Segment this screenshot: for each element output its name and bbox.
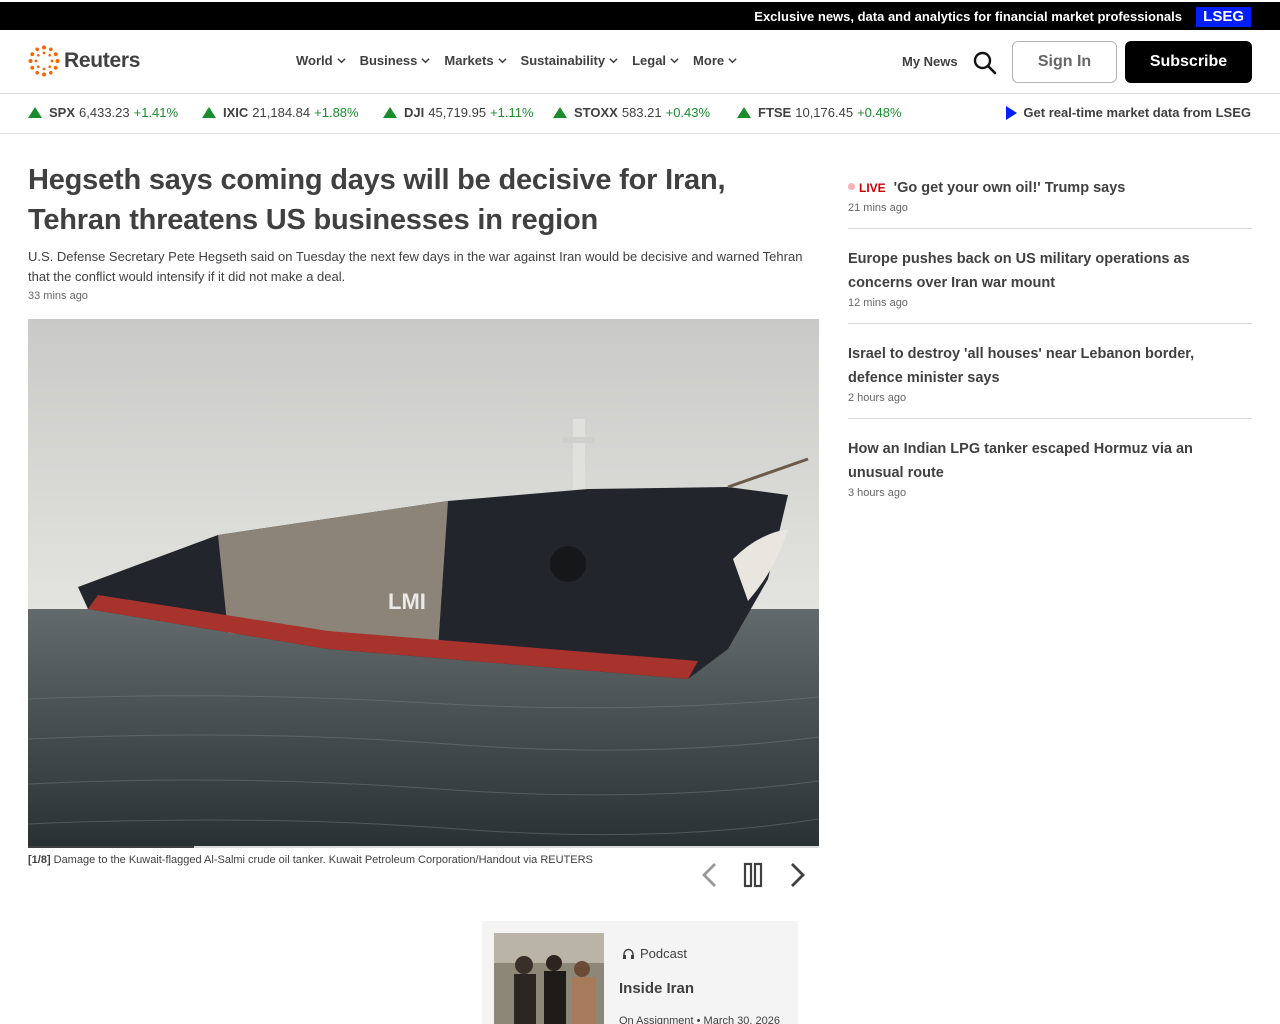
nav-label: Legal (632, 53, 667, 68)
podcast-card[interactable]: Podcast Inside Iran On Assignment • Marc… (482, 921, 798, 1024)
subscribe-button[interactable]: Subscribe (1125, 41, 1252, 83)
ticker-item-dji[interactable]: DJI 45,719.95 +1.11% (383, 105, 534, 120)
story-time: 2 hours ago (848, 392, 907, 404)
ticker-item-spx[interactable]: SPX 6,433.23 +1.41% (28, 105, 178, 120)
gallery-progress-fill (28, 846, 195, 848)
up-arrow-icon (737, 107, 751, 118)
chevron-down-icon (497, 58, 507, 64)
chevron-down-icon (421, 58, 431, 64)
gallery-photo[interactable]: LMI (28, 319, 819, 847)
lseg-badge[interactable]: LSEG (1196, 7, 1251, 27)
market-ticker: SPX 6,433.23 +1.41% IXIC 21,184.84 +1.88… (0, 95, 1280, 134)
ticker-symbol: DJI (404, 105, 425, 120)
ticker-symbol: FTSE (758, 105, 792, 120)
ticker-value: 10,176.45 (795, 105, 854, 120)
sign-in-button[interactable]: Sign In (1012, 41, 1117, 83)
ticker-item-stoxx[interactable]: STOXX 583.21 +0.43% (553, 105, 710, 120)
story-title[interactable]: Israel to destroy 'all houses' near Leba… (848, 342, 1252, 390)
nav-item-world[interactable]: World (296, 53, 346, 68)
sidebar-story[interactable]: Israel to destroy 'all houses' near Leba… (848, 336, 1252, 419)
ticker-value: 21,184.84 (252, 105, 311, 120)
ticker-change: +0.43% (665, 105, 711, 120)
ticker-symbol: SPX (49, 105, 76, 120)
nav-item-legal[interactable]: Legal (632, 53, 679, 68)
search-icon[interactable] (972, 50, 998, 76)
logo-wordmark: Reuters (64, 49, 141, 72)
chevron-down-icon (336, 58, 346, 64)
headphones-icon (623, 948, 634, 959)
nav-label: Sustainability (520, 53, 606, 68)
nav-label: World (296, 53, 333, 68)
article-summary: U.S. Defense Secretary Pete Hegseth said… (28, 249, 803, 284)
podcast-thumbnail (494, 933, 604, 1024)
podcast-kicker: Podcast (622, 946, 687, 961)
reuters-logo[interactable]: Reuters (28, 45, 140, 77)
story-title-row: LIVE 'Go get your own oil!' Trump says (848, 176, 1252, 200)
nav-label: More (693, 53, 725, 68)
ticker-item-ixic[interactable]: IXIC 21,184.84 +1.88% (202, 105, 359, 120)
nav-item-business[interactable]: Business (360, 53, 431, 68)
article-headline[interactable]: Hegseth says coming days will be decisiv… (28, 160, 818, 240)
caption-text: Damage to the Kuwait-flagged Al-Salmi cr… (53, 854, 593, 866)
site-header: Reuters World Business Markets Sustainab… (0, 30, 1280, 94)
pause-icon[interactable] (739, 860, 767, 890)
gallery-progress-bar (28, 846, 819, 848)
ticker-symbol: IXIC (223, 105, 249, 120)
up-arrow-icon (28, 107, 42, 118)
sidebar-story[interactable]: How an Indian LPG tanker escaped Hormuz … (848, 431, 1252, 513)
hull-lettering: LMI (388, 589, 426, 614)
podcast-kicker-label: Podcast (640, 946, 687, 961)
story-title[interactable]: How an Indian LPG tanker escaped Hormuz … (848, 437, 1252, 485)
ticker-symbol: STOXX (574, 105, 618, 120)
ticker-value: 583.21 (621, 105, 662, 120)
chevron-down-icon (609, 58, 618, 64)
nav-label: Markets (444, 53, 494, 68)
sidebar-top-stories: LIVE 'Go get your own oil!' Trump says 21… (848, 170, 1252, 525)
ticker-change: +0.48% (857, 105, 902, 120)
lseg-link-label: Get real-time market data from LSEG (1023, 105, 1251, 120)
up-arrow-icon (383, 107, 397, 118)
tanker-photo-image: LMI (28, 319, 819, 847)
ticker-change: +1.88% (314, 105, 359, 120)
nav-label: Business (359, 53, 418, 68)
ticker-change: +1.11% (490, 105, 534, 120)
podcast-title[interactable]: Inside Iran (619, 980, 694, 997)
previous-icon[interactable] (696, 860, 724, 890)
live-badge: LIVE (859, 181, 886, 195)
my-news-link[interactable]: My News (902, 54, 958, 69)
story-time: 12 mins ago (848, 297, 908, 309)
lseg-market-data-link[interactable]: Get real-time market data from LSEG (1006, 105, 1251, 120)
ticker-item-ftse[interactable]: FTSE 10,176.45 +0.48% (737, 105, 902, 120)
gallery-index: [1/8] (28, 854, 51, 866)
top-promo-bar: Exclusive news, data and analytics for f… (0, 0, 1280, 30)
podcast-meta: On Assignment • March 30, 2026 (619, 1015, 780, 1024)
chevron-down-icon (728, 58, 737, 64)
sidebar-story[interactable]: Europe pushes back on US military operat… (848, 241, 1252, 324)
ticker-value: 6,433.23 (79, 105, 130, 120)
up-arrow-icon (553, 107, 567, 118)
ticker-value: 45,719.95 (428, 105, 487, 120)
story-title[interactable]: 'Go get your own oil!' Trump says (894, 180, 1126, 196)
chevron-down-icon (670, 58, 679, 64)
nav-item-sustainability[interactable]: Sustainability (521, 53, 619, 68)
gallery-caption: [1/8] Damage to the Kuwait-flagged Al-Sal… (28, 854, 593, 866)
story-time: 21 mins ago (848, 202, 908, 214)
main-nav: World Business Markets Sustainability Le… (296, 53, 737, 68)
nav-item-markets[interactable]: Markets (444, 53, 507, 68)
story-title[interactable]: Europe pushes back on US military operat… (848, 247, 1252, 295)
story-time: 3 hours ago (848, 487, 907, 499)
sidebar-story[interactable]: LIVE 'Go get your own oil!' Trump says 21… (848, 170, 1252, 229)
article-timestamp: 33 mins ago (28, 290, 88, 302)
next-icon[interactable] (783, 860, 811, 890)
live-dot-icon (848, 183, 855, 190)
play-icon (1006, 105, 1018, 120)
up-arrow-icon (202, 107, 216, 118)
promo-text[interactable]: Exclusive news, data and analytics for f… (754, 9, 1182, 24)
reuters-logo-icon (28, 45, 60, 77)
nav-item-more[interactable]: More (693, 53, 737, 68)
ticker-change: +1.41% (133, 105, 179, 120)
